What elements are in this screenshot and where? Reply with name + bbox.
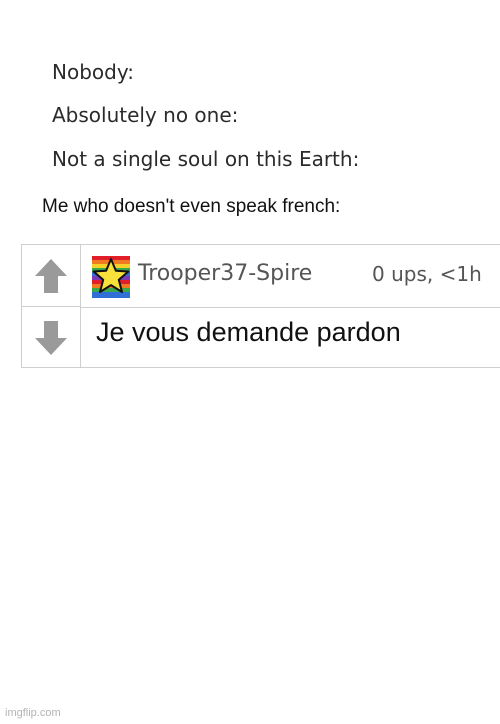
arrow-up-icon [35,258,67,293]
meme-line-no-one: Absolutely no one: [52,103,239,127]
comment-header: Trooper37-Spire 0 ups, <1h [80,245,500,308]
comment-body: Je vous demande pardon [96,317,401,347]
comment-card: Trooper37-Spire 0 ups, <1h Je vous deman… [21,244,500,368]
comment-username[interactable]: Trooper37-Spire [138,261,312,286]
comment-meta: 0 ups, <1h [372,262,482,286]
meme-line-nobody: Nobody: [52,60,134,84]
vote-column [22,245,81,367]
meme-caption: Me who doesn't even speak french: [42,196,341,217]
downvote-button[interactable] [22,307,80,368]
upvote-button[interactable] [22,245,80,307]
meme-line-not-a-soul: Not a single soul on this Earth: [52,147,360,171]
rainbow-star-flag-icon [92,256,130,298]
avatar[interactable] [92,256,130,298]
imgflip-watermark: imgflip.com [5,707,61,719]
arrow-down-icon [35,320,67,355]
